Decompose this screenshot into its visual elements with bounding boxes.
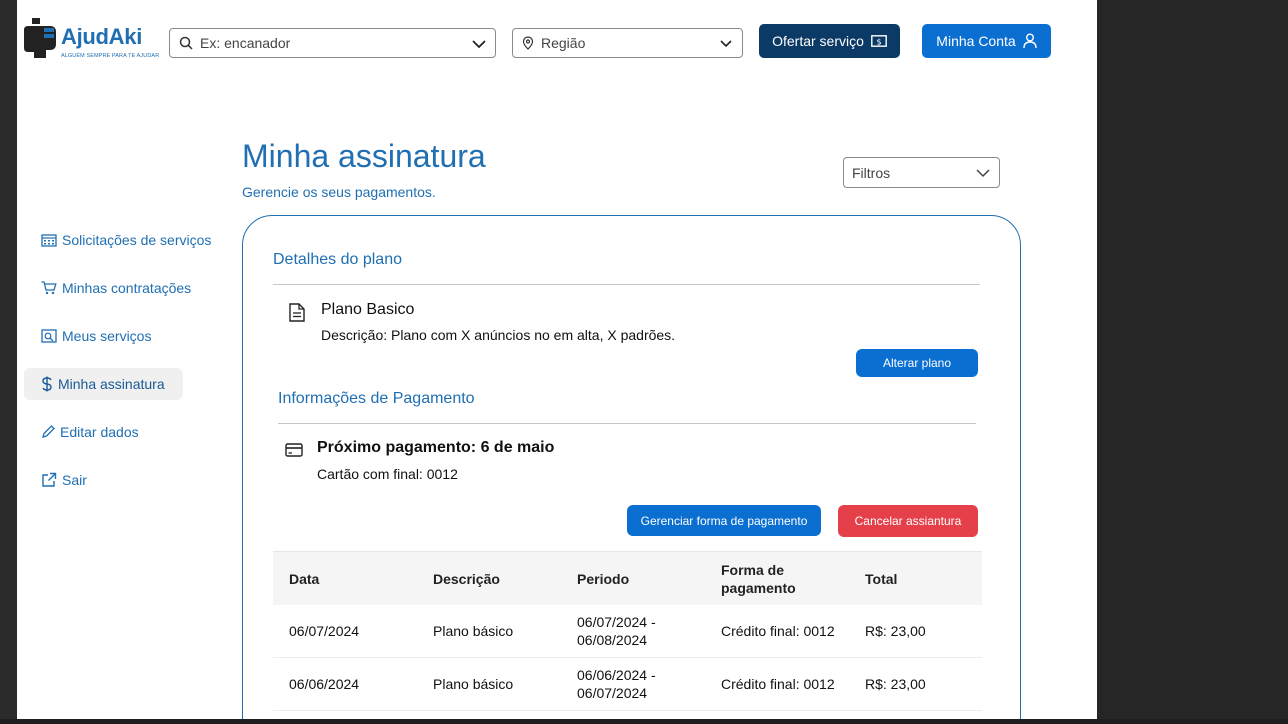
user-icon: [1022, 33, 1037, 49]
sidebar-item-my-services[interactable]: Meus serviços: [24, 320, 151, 352]
sidebar-item-label: Editar dados: [60, 424, 139, 440]
services-icon: [41, 329, 57, 343]
plan-name: Plano Basico: [321, 301, 415, 318]
hand-logo-icon: [24, 18, 56, 58]
window-background: [1097, 0, 1288, 724]
table-cell: R$: 23,00: [865, 676, 926, 692]
offer-service-button[interactable]: Ofertar serviço $: [759, 24, 900, 58]
sidebar-item-label: Minhas contratações: [62, 280, 192, 296]
payments-table: Data Descrição Periodo Forma de pagament…: [273, 551, 982, 711]
sidebar-item-service-requests[interactable]: Solicitações de serviços: [24, 224, 211, 256]
table-cell: 06/07/2024: [289, 623, 360, 639]
my-account-button[interactable]: Minha Conta: [922, 24, 1051, 58]
sidebar-item-label: Minha assinatura: [58, 376, 165, 392]
plan-section-title: Detalhes do plano: [273, 251, 402, 268]
page-subtitle: Gerencie os seus pagamentos.: [242, 184, 436, 200]
card-ending: Cartão com final: 0012: [317, 466, 458, 482]
sidebar-item-label: Sair: [62, 472, 87, 488]
logo-name: AjudAki: [61, 24, 143, 49]
table-cell: 06/06/2024: [289, 676, 360, 692]
table-cell: Plano básico: [433, 676, 514, 692]
calendar-icon: [41, 233, 57, 247]
change-plan-button[interactable]: Alterar plano: [856, 349, 978, 377]
column-header: Data: [289, 570, 320, 587]
page: AjudAki ALGUÉM SEMPRE PARA TE AJUDAR Ex:…: [17, 0, 1097, 719]
region-select[interactable]: Região: [512, 28, 743, 58]
money-icon: $: [871, 35, 887, 47]
logo-tagline: ALGUÉM SEMPRE PARA TE AJUDAR: [61, 53, 160, 59]
divider: [278, 423, 976, 424]
table-row: 06/06/2024 Plano básico 06/06/2024 - 06/…: [273, 658, 982, 711]
sidebar-item-label: Meus serviços: [62, 328, 152, 344]
table-cell: 06/06/2024 - 06/07/2024: [577, 667, 656, 701]
manage-payment-button[interactable]: Gerenciar forma de pagamento: [627, 505, 821, 536]
sidebar-item-label: Solicitações de serviços: [62, 232, 212, 248]
column-header: Descrição: [433, 570, 500, 587]
svg-text:$: $: [876, 38, 881, 47]
column-header: Forma de pagamento: [721, 561, 796, 596]
cart-icon: [41, 281, 57, 295]
search-placeholder: Ex: encanador: [200, 35, 291, 51]
pencil-icon: [41, 425, 55, 439]
dollar-icon: [41, 376, 53, 392]
filters-select[interactable]: Filtros: [843, 157, 1000, 188]
table-cell: 06/07/2024 - 06/08/2024: [577, 614, 656, 648]
divider: [273, 284, 980, 285]
sidebar-item-my-subscription[interactable]: Minha assinatura: [24, 368, 183, 400]
chevron-down-icon: [472, 37, 486, 53]
plan-description: Descrição: Plano com X anúncios no em al…: [321, 327, 676, 343]
table-cell: Crédito final: 0012: [721, 623, 835, 639]
region-placeholder: Região: [541, 35, 586, 51]
window-background: [0, 719, 1288, 724]
offer-service-label: Ofertar serviço: [772, 33, 864, 49]
external-link-icon: [41, 472, 57, 488]
column-header: Total: [865, 570, 898, 587]
column-header: Periodo: [577, 570, 630, 587]
payment-section-title: Informações de Pagamento: [278, 390, 475, 407]
filters-label: Filtros: [852, 164, 891, 181]
table-row: 06/07/2024 Plano básico 06/07/2024 - 06/…: [273, 605, 982, 658]
table-cell: Crédito final: 0012: [721, 676, 835, 692]
table-cell: R$: 23,00: [865, 623, 926, 639]
my-account-label: Minha Conta: [936, 33, 1016, 49]
chevron-down-icon: [976, 166, 990, 182]
search-icon: [179, 36, 193, 50]
chevron-down-icon: [719, 37, 733, 53]
page-title: Minha assinatura: [242, 138, 486, 174]
sidebar-item-edit-data[interactable]: Editar dados: [24, 416, 139, 448]
location-pin-icon: [522, 36, 534, 50]
sidebar-item-my-hires[interactable]: Minhas contratações: [24, 272, 191, 304]
search-select[interactable]: Ex: encanador: [169, 28, 496, 58]
table-cell: Plano básico: [433, 623, 514, 639]
credit-card-icon: [285, 443, 303, 462]
cancel-subscription-button[interactable]: Cancelar assiantura: [838, 505, 978, 537]
next-payment: Próximo pagamento: 6 de maio: [317, 439, 555, 456]
table-header: Data Descrição Periodo Forma de pagament…: [273, 551, 982, 605]
document-icon: [289, 303, 305, 327]
sidebar-item-logout[interactable]: Sair: [24, 464, 87, 496]
logo[interactable]: AjudAki ALGUÉM SEMPRE PARA TE AJUDAR: [24, 16, 159, 66]
